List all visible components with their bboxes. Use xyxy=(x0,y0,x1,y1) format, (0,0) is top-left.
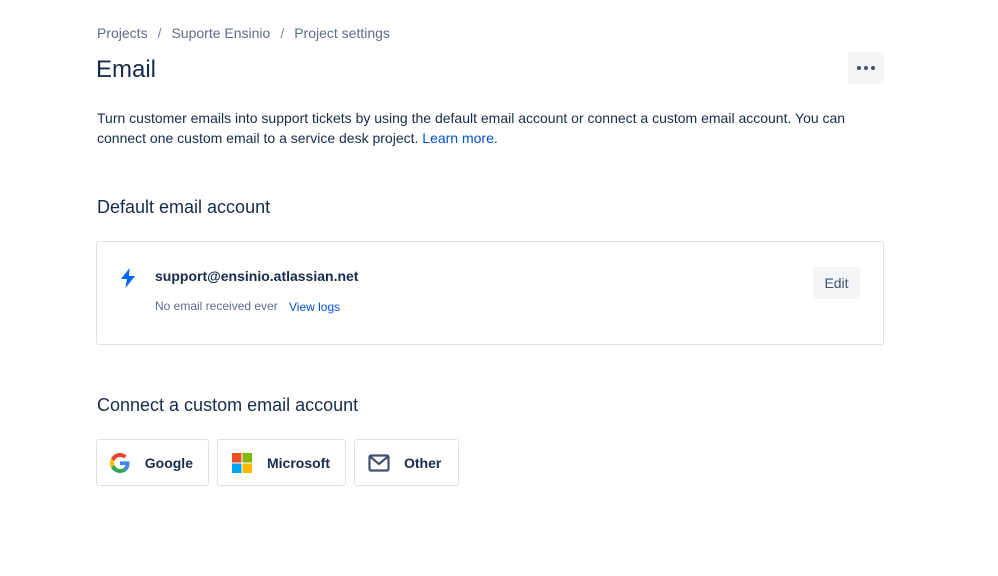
google-icon xyxy=(110,452,131,474)
microsoft-icon xyxy=(231,452,253,474)
breadcrumb: Projects / Suporte Ensinio / Project set… xyxy=(97,24,390,42)
more-actions-button[interactable] xyxy=(848,52,884,84)
breadcrumb-separator: / xyxy=(280,25,285,41)
edit-button[interactable]: Edit xyxy=(813,267,860,299)
email-status-text: No email received ever xyxy=(155,299,278,313)
breadcrumb-projects[interactable]: Projects xyxy=(97,25,148,41)
default-account-card: support@ensinio.atlassian.net No email r… xyxy=(96,241,884,345)
custom-account-heading: Connect a custom email account xyxy=(97,395,359,415)
breadcrumb-project-settings[interactable]: Project settings xyxy=(294,25,390,41)
default-account-email: support@ensinio.atlassian.net xyxy=(155,268,359,284)
other-label: Other xyxy=(404,454,442,471)
breadcrumb-project-name[interactable]: Suporte Ensinio xyxy=(171,25,270,41)
more-icon-dot xyxy=(871,66,875,70)
microsoft-label: Microsoft xyxy=(267,454,330,471)
other-button[interactable]: Other xyxy=(354,439,459,486)
default-account-heading: Default email account xyxy=(97,197,271,217)
page-title: Email xyxy=(96,56,157,83)
breadcrumb-separator: / xyxy=(157,25,162,41)
mail-icon xyxy=(368,452,390,474)
view-logs-link[interactable]: View logs xyxy=(289,300,340,314)
google-button[interactable]: Google xyxy=(96,439,209,486)
bolt-icon xyxy=(121,268,135,288)
intro-text: Turn customer emails into support ticket… xyxy=(97,108,857,148)
more-icon-dot xyxy=(864,66,868,70)
learn-more-link[interactable]: Learn more. xyxy=(422,130,497,146)
google-label: Google xyxy=(144,454,193,471)
provider-buttons: Google Microsoft Other xyxy=(96,439,467,486)
microsoft-button[interactable]: Microsoft xyxy=(217,439,346,486)
more-icon xyxy=(857,66,861,70)
